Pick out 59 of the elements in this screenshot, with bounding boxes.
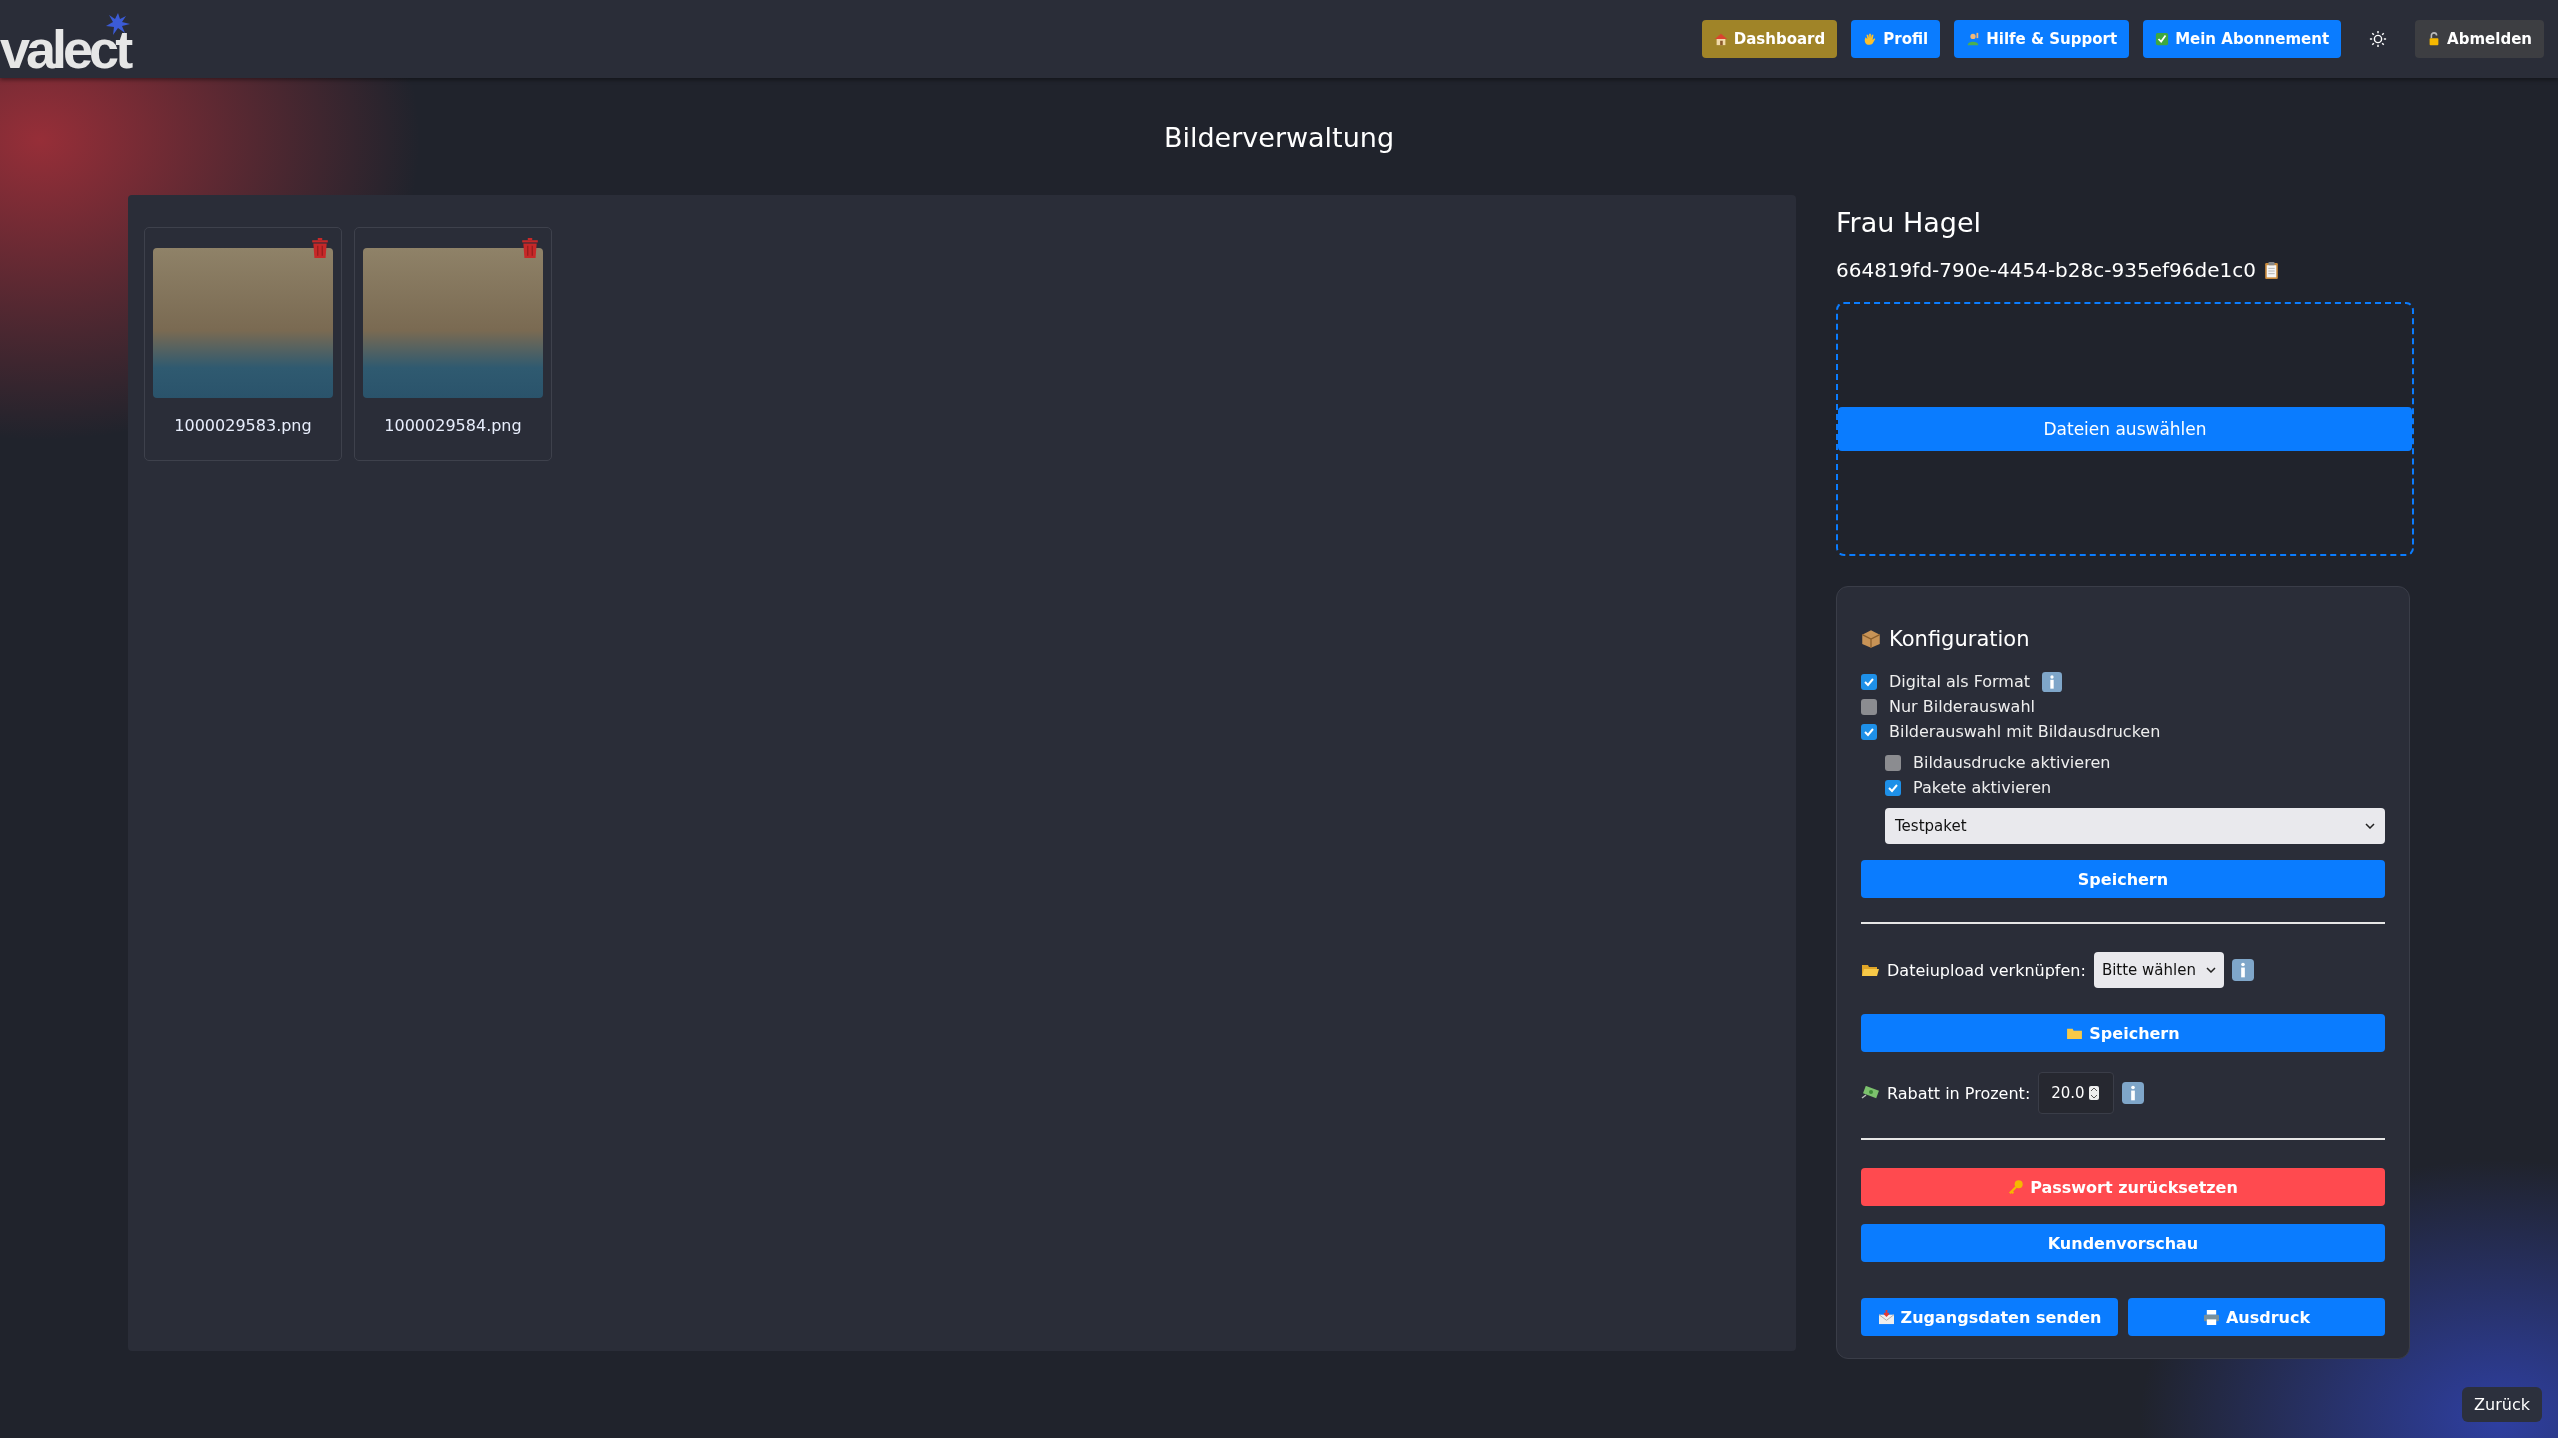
package-icon [1861,629,1881,650]
action-button[interactable]: Zugangsdaten senden [1861,1298,2118,1337]
nav-button[interactable]: Mein Abonnement [2143,20,2342,58]
info-icon[interactable] [2122,1082,2145,1105]
nav-button[interactable]: Profil [1851,20,1941,58]
choose-files-button[interactable]: Dateien auswählen [1838,407,2412,452]
checkbox[interactable] [1861,673,1877,690]
checkbox[interactable] [1885,779,1901,796]
action-button[interactable]: Passwort zurücksetzen [1861,1168,2385,1207]
checkbox-label: Nur Bilderauswahl [1889,697,2035,717]
file-drop-zone[interactable]: Dateien auswählen [1836,302,2414,557]
nav-button[interactable]: Dashboard [1701,20,1838,58]
customer-name: Frau Hagel [1836,207,1982,239]
checkbox-label: Bildausdrucke aktivieren [1913,753,2111,773]
save-button[interactable]: Speichern [1861,1014,2385,1053]
checkbox[interactable] [1861,698,1877,715]
image-card[interactable]: 1000029583.png [144,227,342,462]
spinner-arrows-icon[interactable] [2088,1086,2099,1101]
file-name: 1000029584.png [384,416,522,436]
money-icon [1861,1086,1879,1101]
save-button[interactable]: Speichern [1861,860,2385,899]
folder-icon [1861,963,1879,978]
nav-button[interactable]: Abmelden [2415,20,2544,58]
discount-label: Rabatt in Prozent: [1887,1083,2031,1103]
page-title: Bilderverwaltung [1162,121,1396,155]
package-select[interactable]: Testpaket [1885,808,2385,845]
checkbox-label: Bilderauswahl mit Bildausdrucken [1889,722,2161,742]
file-name: 1000029583.png [174,416,312,436]
trash-icon[interactable] [311,238,329,259]
clipboard-icon[interactable] [2263,260,2279,280]
back-button[interactable]: Zurück [2462,1387,2542,1422]
discount-input[interactable]: 20.0 [2038,1072,2115,1115]
person-icon [1966,32,1981,46]
logo-text: valect [0,22,130,76]
check-icon [2155,32,2170,46]
logo[interactable]: valect [0,0,160,78]
printer-icon [2202,1309,2220,1325]
house-icon [1713,32,1728,46]
checkbox[interactable] [1885,754,1901,771]
checkbox-label: Pakete aktivieren [1913,778,2052,798]
configuration-title: Konfiguration [1889,627,2030,652]
nav-button[interactable]: Hilfe & Support [1954,20,2130,58]
upload-select[interactable]: Bitte wählen [2093,952,2224,989]
checkbox-label: Digital als Format [1889,672,2031,692]
trash-icon[interactable] [521,238,539,259]
envelope-icon [1877,1309,1895,1325]
chevron-down-icon [2365,823,2375,830]
waving-hand-icon [1863,32,1878,46]
key-icon [2008,1179,2025,1196]
folder-icon [2066,1026,2084,1040]
action-button[interactable]: Kundenvorschau [1861,1224,2385,1263]
upload-link-label: Dateiupload verknüpfen: [1887,960,2086,980]
chevron-down-icon [2205,967,2216,974]
checkbox[interactable] [1861,723,1877,740]
image-card[interactable]: 1000029584.png [354,227,552,462]
action-button[interactable]: Ausdruck [2128,1298,2385,1337]
info-icon[interactable] [2042,671,2063,692]
info-icon[interactable] [2231,959,2254,982]
customer-id: 664819fd-790e-4454-b28c-935ef96de1c0 [1836,258,2256,283]
